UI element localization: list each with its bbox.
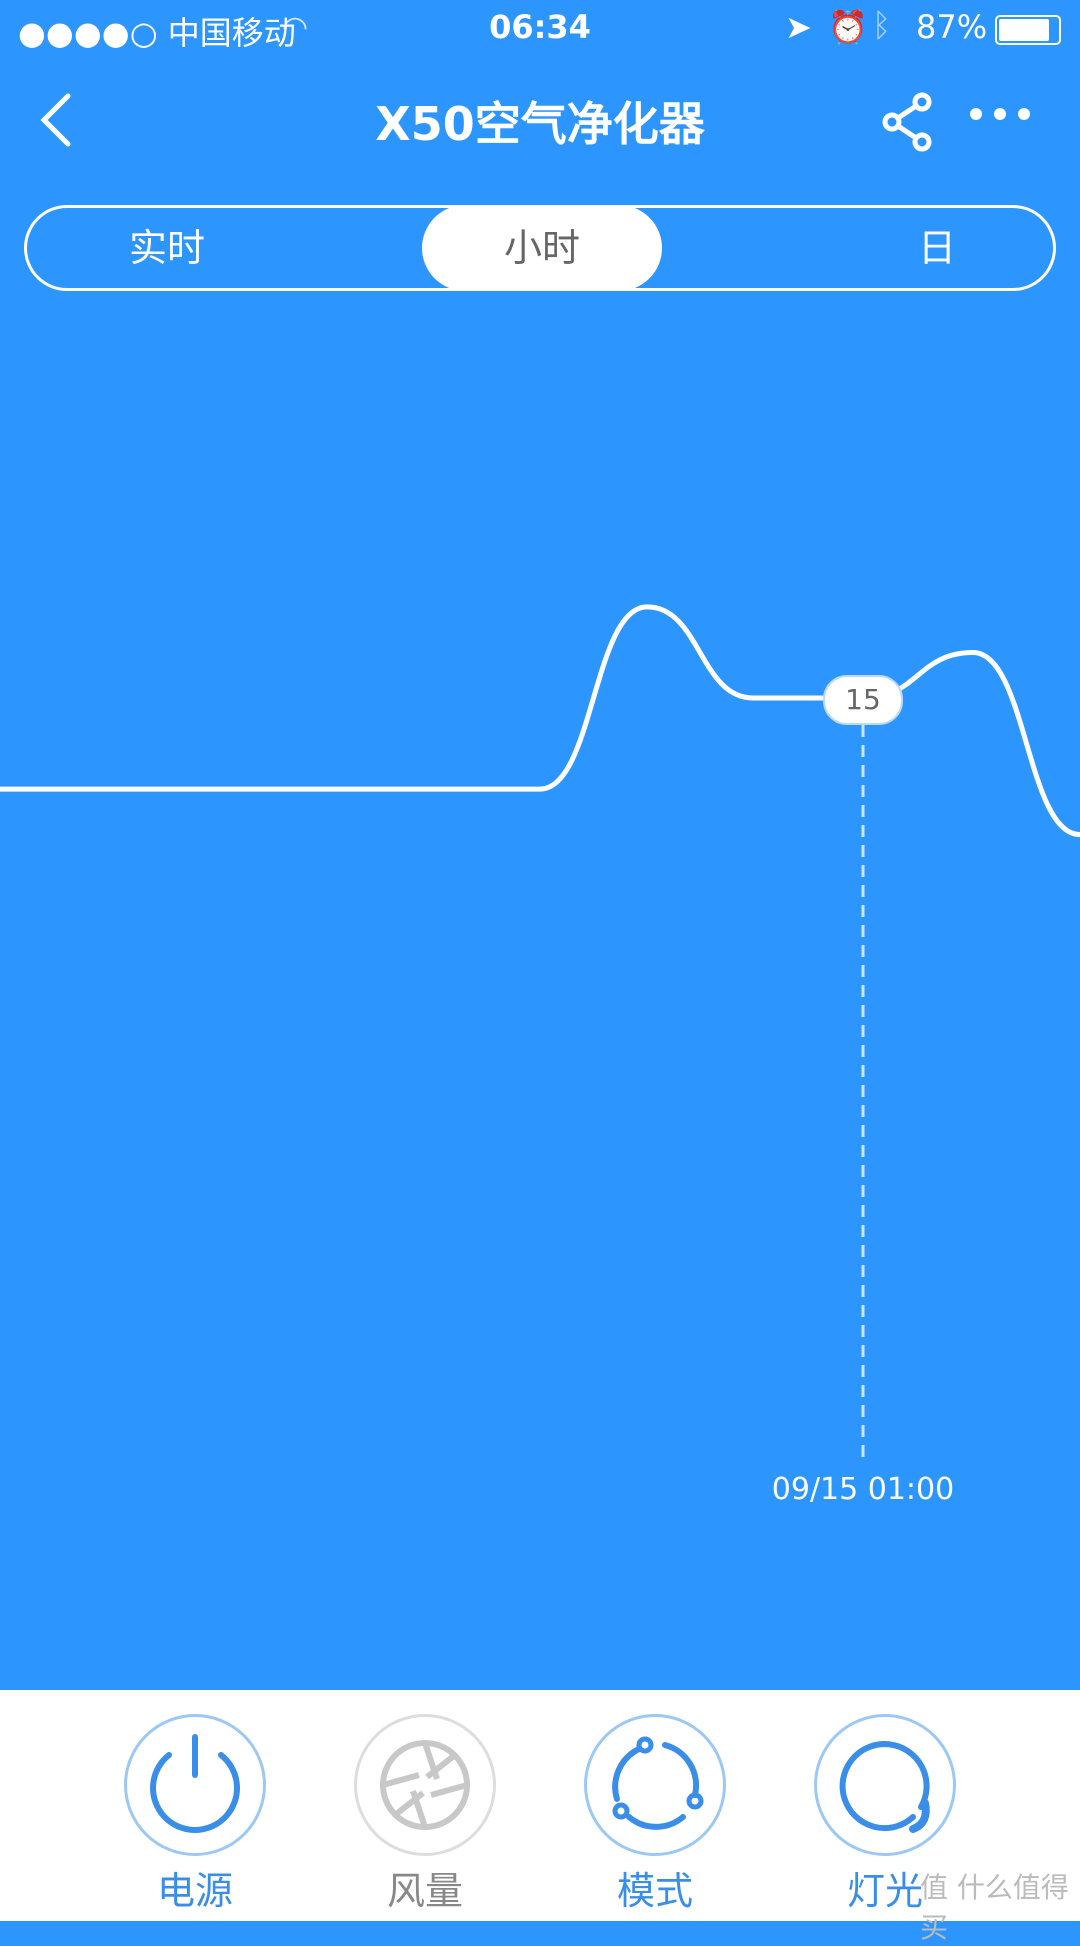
mode-icon	[612, 1736, 704, 1830]
power-button[interactable]	[124, 1714, 266, 1856]
fan-icon	[380, 1740, 470, 1830]
mode-button[interactable]	[584, 1714, 726, 1856]
series-line	[0, 604, 1080, 838]
fan-label: 风量	[386, 1869, 463, 1913]
power-label: 电源	[156, 1869, 233, 1913]
light-icon	[839, 1741, 930, 1833]
value-tooltip: 15	[823, 675, 903, 725]
light-button[interactable]	[814, 1714, 956, 1856]
x-label: 09/15 01:00	[771, 1472, 955, 1507]
mode-label: 模式	[616, 1869, 693, 1913]
watermark: 值 什么值得买	[920, 1871, 1069, 1944]
power-icon	[150, 1734, 240, 1833]
fan-button[interactable]	[354, 1714, 496, 1856]
chart	[0, 604, 1080, 1457]
control-bar: 电源 风量 模式 灯光 值 什么值得买	[0, 1690, 1080, 1944]
